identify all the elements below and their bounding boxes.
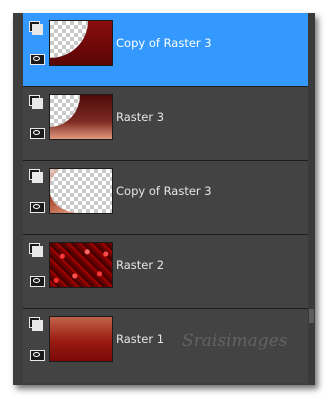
layer-row-copy-of-raster-3[interactable]: Copy of Raster 3 (23, 161, 308, 235)
layer-stack-icon[interactable] (29, 169, 43, 183)
layer-row-raster-1[interactable]: Raster 1 (23, 309, 308, 383)
eye-icon[interactable] (30, 54, 45, 65)
eye-icon[interactable] (30, 202, 45, 213)
layers-palette: Copy of Raster 3 Raster 3 Copy of Raster… (13, 13, 315, 385)
layer-thumbnail (49, 242, 113, 288)
layer-name[interactable]: Raster 3 (116, 110, 164, 124)
layer-stack-icon[interactable] (29, 317, 43, 331)
layer-row-raster-3[interactable]: Raster 3 (23, 87, 308, 161)
layer-name[interactable]: Raster 1 (116, 332, 164, 346)
eye-icon[interactable] (30, 276, 45, 287)
layer-name[interactable]: Raster 2 (116, 258, 164, 272)
layer-stack-icon[interactable] (29, 243, 43, 257)
layer-row-raster-2[interactable]: Raster 2 (23, 235, 308, 309)
layer-stack-icon[interactable] (29, 95, 43, 109)
scrollbar-thumb[interactable] (309, 309, 314, 323)
layer-name[interactable]: Copy of Raster 3 (116, 184, 212, 198)
layer-thumbnail (49, 168, 113, 214)
layer-stack-icon[interactable] (29, 21, 43, 35)
layer-thumbnail (49, 316, 113, 362)
scrollbar[interactable] (308, 13, 315, 385)
layer-thumbnail (49, 20, 113, 66)
layer-thumbnail (49, 94, 113, 140)
layer-name[interactable]: Copy of Raster 3 (116, 36, 212, 50)
layer-row-copy-of-raster-3-top[interactable]: Copy of Raster 3 (23, 13, 308, 87)
eye-icon[interactable] (30, 350, 45, 361)
eye-icon[interactable] (30, 128, 45, 139)
